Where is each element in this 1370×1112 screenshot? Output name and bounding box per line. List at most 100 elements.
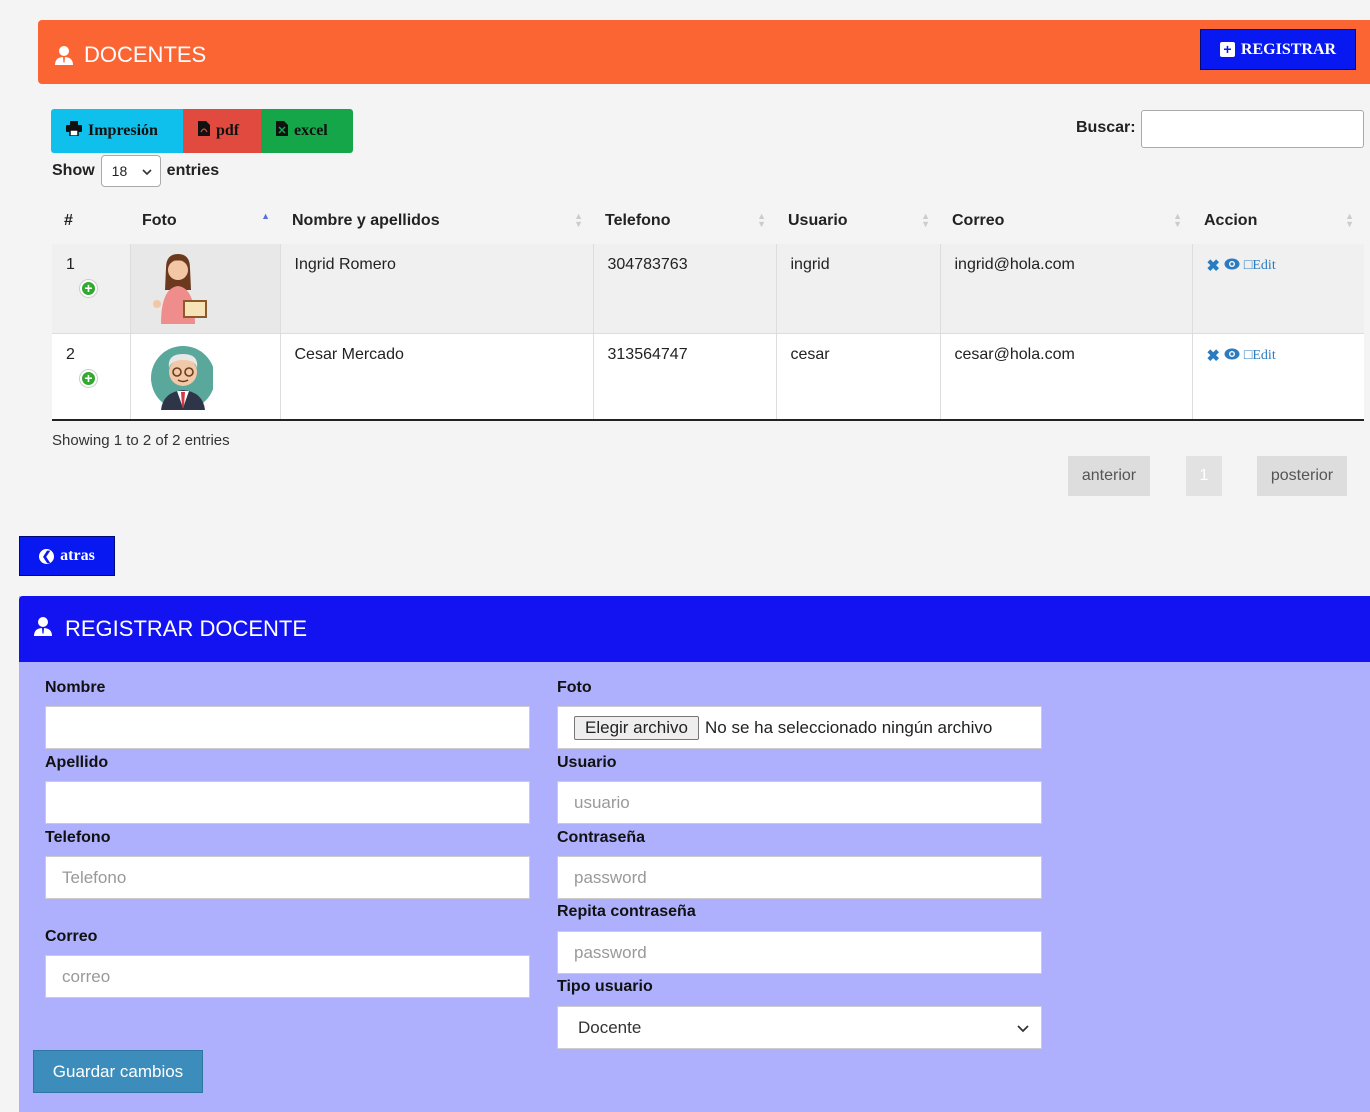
export-buttons: Impresión pdf excel bbox=[51, 109, 353, 153]
chevron-down-icon bbox=[142, 163, 152, 179]
sort-icon: ▲ ▼ bbox=[757, 211, 766, 229]
row-number: 2 bbox=[66, 346, 75, 363]
plus-square-icon: + bbox=[1219, 42, 1235, 57]
file-status: No se ha seleccionado ningún archivo bbox=[705, 717, 993, 737]
file-excel-icon bbox=[276, 121, 288, 141]
choose-file-button[interactable]: Elegir archivo bbox=[574, 715, 699, 740]
delete-icon[interactable]: ✖ bbox=[1207, 346, 1220, 366]
telefono-input[interactable]: Telefono bbox=[45, 856, 530, 899]
nombre-label: Nombre bbox=[45, 679, 106, 696]
pagination-previous[interactable]: anterior bbox=[1068, 456, 1150, 496]
repeat-password-label: Repita contraseña bbox=[557, 903, 696, 920]
correo-label: Correo bbox=[45, 928, 98, 945]
save-button[interactable]: Guardar cambios bbox=[33, 1050, 203, 1093]
col-accion[interactable]: Accion ▲ ▼ bbox=[1192, 198, 1364, 244]
register-form-title: REGISTRAR DOCENTE bbox=[65, 616, 308, 641]
accion-cell: ✖ □Edit bbox=[1192, 244, 1364, 334]
foto-label: Foto bbox=[557, 679, 592, 696]
usuario-cell: cesar bbox=[776, 333, 941, 420]
pagination-next[interactable]: posterior bbox=[1257, 456, 1347, 496]
usuario-input[interactable]: usuario bbox=[557, 781, 1042, 824]
row-number-cell: 2 + bbox=[52, 333, 131, 420]
col-foto[interactable]: Foto ▲ bbox=[130, 198, 280, 244]
correo-cell: cesar@hola.com bbox=[940, 333, 1193, 420]
register-button[interactable]: + REGISTRAR bbox=[1200, 29, 1356, 70]
password-label: Contraseña bbox=[557, 829, 646, 846]
col-telefono[interactable]: Telefono ▲ ▼ bbox=[593, 198, 776, 244]
sort-icon: ▲ ▼ bbox=[1173, 211, 1182, 229]
nombre-input[interactable] bbox=[45, 706, 530, 749]
delete-icon[interactable]: ✖ bbox=[1207, 256, 1220, 276]
col-nombre[interactable]: Nombre y apellidos ▲ ▼ bbox=[280, 198, 593, 244]
expand-row-icon[interactable]: + bbox=[80, 370, 97, 387]
nombre-cell: Cesar Mercado bbox=[280, 333, 594, 420]
row-number-cell: 1 + bbox=[52, 244, 131, 334]
tipo-usuario-label: Tipo usuario bbox=[557, 978, 653, 995]
expand-row-icon[interactable]: + bbox=[80, 280, 97, 297]
row-number: 1 bbox=[66, 256, 75, 273]
pdf-button[interactable]: pdf bbox=[183, 109, 261, 153]
col-usuario[interactable]: Usuario ▲ ▼ bbox=[776, 198, 940, 244]
entries-value: 18 bbox=[111, 163, 128, 179]
telefono-cell: 313564747 bbox=[593, 333, 777, 420]
table-info: Showing 1 to 2 of 2 entries bbox=[52, 432, 230, 449]
nombre-cell: Ingrid Romero bbox=[280, 244, 594, 334]
search-input[interactable] bbox=[1141, 110, 1364, 148]
tipo-usuario-value: Docente bbox=[578, 1017, 642, 1037]
accion-cell: ✖ □Edit bbox=[1192, 334, 1364, 421]
teacher-avatar-male bbox=[150, 346, 215, 410]
sort-icon: ▲ ▼ bbox=[1345, 211, 1354, 229]
sort-asc-icon: ▲ bbox=[261, 211, 270, 221]
photo-cell bbox=[130, 244, 281, 334]
tipo-usuario-select[interactable]: Docente bbox=[557, 1006, 1042, 1049]
usuario-cell: ingrid bbox=[776, 244, 941, 334]
apellido-input[interactable] bbox=[45, 781, 530, 824]
repeat-password-input[interactable]: password bbox=[557, 931, 1042, 974]
telefono-label: Telefono bbox=[45, 829, 111, 846]
foto-file-input[interactable]: Elegir archivo No se ha seleccionado nin… bbox=[557, 706, 1042, 749]
apellido-label: Apellido bbox=[45, 754, 109, 771]
chevron-down-icon bbox=[1017, 1018, 1029, 1038]
eye-icon[interactable] bbox=[1224, 347, 1240, 365]
show-label: Show bbox=[52, 162, 95, 179]
back-button[interactable]: ❮ atras bbox=[19, 536, 115, 576]
user-tie-icon bbox=[54, 45, 74, 65]
col-correo[interactable]: Correo ▲ ▼ bbox=[940, 198, 1192, 244]
table-header-row: # Foto ▲ Nombre y apellidos ▲ ▼ Telefono ▲ ▼ … bbox=[52, 198, 1364, 244]
col-number[interactable]: # bbox=[52, 198, 130, 244]
telefono-cell: 304783763 bbox=[593, 244, 777, 334]
excel-label: excel bbox=[294, 122, 328, 139]
print-label: Impresión bbox=[88, 122, 158, 139]
edit-link[interactable]: □Edit bbox=[1244, 348, 1276, 364]
eye-icon[interactable] bbox=[1224, 257, 1240, 275]
password-input[interactable]: password bbox=[557, 856, 1042, 899]
correo-cell: ingrid@hola.com bbox=[940, 244, 1193, 334]
print-icon bbox=[66, 121, 82, 141]
docentes-title-text: DOCENTES bbox=[84, 42, 207, 67]
docentes-title: DOCENTES bbox=[54, 42, 206, 68]
docentes-header: DOCENTES bbox=[38, 20, 1370, 84]
edit-link[interactable]: □Edit bbox=[1244, 258, 1276, 274]
register-button-label: REGISTRAR bbox=[1240, 40, 1337, 58]
teacher-avatar-female bbox=[152, 254, 207, 324]
entries-select[interactable]: 18 bbox=[100, 155, 161, 187]
sort-icon: ▲ ▼ bbox=[574, 211, 583, 229]
sort-icon: ▲ ▼ bbox=[921, 211, 930, 229]
table-row: 1 + Ingrid Romero 304783763 ingrid ingri… bbox=[52, 244, 1364, 334]
photo-cell bbox=[130, 333, 281, 420]
excel-button[interactable]: excel bbox=[261, 109, 353, 153]
file-pdf-icon bbox=[198, 121, 210, 141]
entries-label: entries bbox=[166, 162, 220, 179]
usuario-label: Usuario bbox=[557, 754, 617, 771]
pagination-page-1[interactable]: 1 bbox=[1186, 456, 1222, 496]
arrow-circle-left-icon: ❮ bbox=[39, 548, 55, 564]
table-row: 2 + Cesar Mercado 313564747 cesar cesar@… bbox=[52, 333, 1364, 421]
print-button[interactable]: Impresión bbox=[51, 109, 183, 153]
entries-length: Show 18 entries bbox=[52, 155, 219, 187]
search-label: Buscar: bbox=[1076, 119, 1136, 136]
correo-input[interactable]: correo bbox=[45, 955, 530, 998]
user-tie-icon bbox=[33, 616, 53, 642]
pdf-label: pdf bbox=[216, 122, 240, 139]
register-form-panel: REGISTRAR DOCENTE Nombre Apellido Telefo… bbox=[19, 596, 1370, 1112]
register-form-header: REGISTRAR DOCENTE bbox=[19, 596, 1370, 662]
